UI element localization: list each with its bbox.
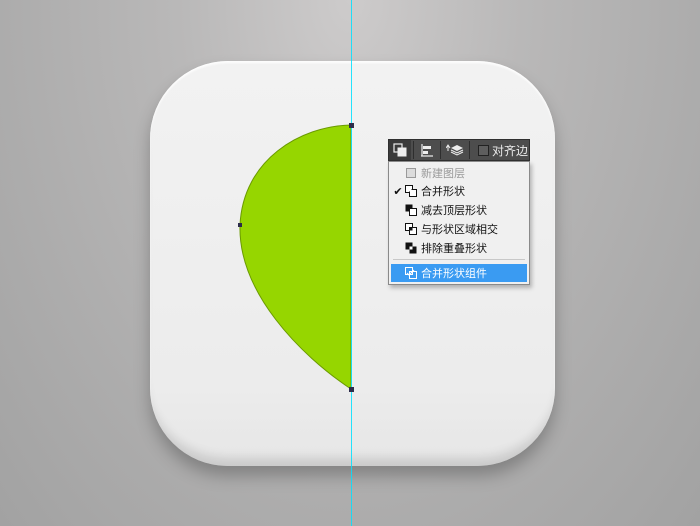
path-operations-menu: 新建图层 ✔ 合并形状 减去顶层形状 与形状区域相交 排除重叠形状 合并形状组件 [388, 161, 530, 285]
align-edges-label: 对齐边 [492, 143, 529, 158]
menu-item-merge-shape-components[interactable]: 合并形状组件 [391, 264, 527, 282]
merge-shape-components-icon [405, 267, 417, 279]
anchor-point-left[interactable] [238, 223, 242, 227]
align-edges-checkbox[interactable] [478, 144, 489, 156]
toolbar-separator [440, 141, 441, 159]
path-alignment-icon [421, 144, 433, 157]
toolbar-separator [413, 141, 414, 159]
menu-item-label: 减去顶层形状 [421, 204, 487, 217]
menu-item-new-layer[interactable]: 新建图层 [391, 164, 527, 182]
menu-item-label: 排除重叠形状 [421, 242, 487, 255]
menu-item-label: 新建图层 [421, 167, 465, 180]
menu-item-label: 与形状区域相交 [421, 223, 498, 236]
menu-item-exclude-overlapping-shapes[interactable]: 排除重叠形状 [391, 239, 527, 257]
menu-item-label: 合并形状组件 [421, 267, 487, 280]
path-operations-button[interactable] [389, 140, 411, 160]
anchor-point-top[interactable] [349, 123, 354, 128]
photoshop-canvas[interactable] [0, 0, 700, 526]
toolbar-separator [469, 141, 470, 159]
menu-item-intersect-shape-areas[interactable]: 与形状区域相交 [391, 220, 527, 238]
path-arrangement-button[interactable] [443, 140, 467, 160]
menu-divider [393, 259, 525, 260]
green-shape-svg[interactable] [0, 0, 700, 526]
path-alignment-button[interactable] [416, 140, 438, 160]
path-options-toolbar: 对齐边 [388, 139, 530, 161]
menu-item-combine-shapes[interactable]: ✔ 合并形状 [391, 182, 527, 200]
combine-shapes-icon [405, 185, 417, 197]
subtract-front-shape-icon [405, 204, 417, 216]
exclude-overlapping-shapes-icon [405, 242, 417, 254]
intersect-shape-areas-icon [405, 223, 417, 235]
path-arrangement-icon [446, 144, 464, 156]
checkmark-icon: ✔ [393, 184, 403, 198]
new-layer-icon [406, 168, 416, 178]
green-half-drop-shape[interactable] [239, 124, 352, 390]
path-operations-icon [393, 143, 407, 157]
menu-item-label: 合并形状 [421, 185, 465, 198]
vertical-guide-line[interactable] [351, 0, 352, 526]
anchor-point-bottom[interactable] [349, 387, 354, 392]
menu-item-subtract-front-shape[interactable]: 减去顶层形状 [391, 201, 527, 219]
